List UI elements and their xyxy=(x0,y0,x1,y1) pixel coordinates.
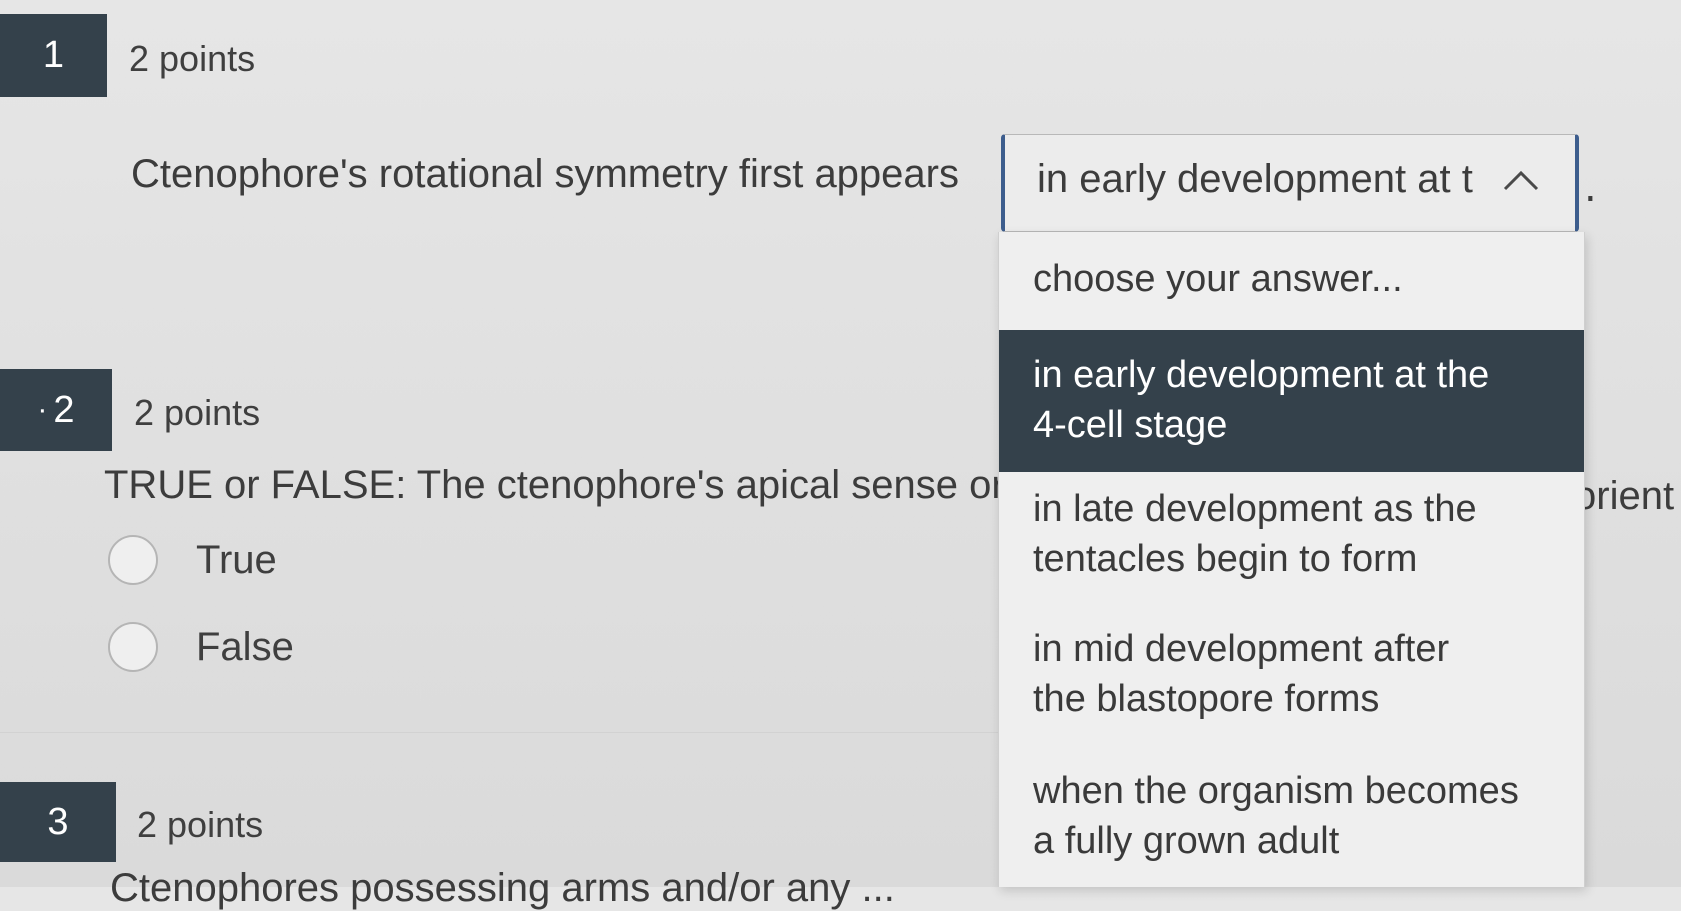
chevron-up-icon[interactable] xyxy=(1501,165,1541,195)
question-points: 2 points xyxy=(137,804,264,845)
option-label-line1: in mid development after xyxy=(1033,628,1450,670)
dropdown-option[interactable]: when the organism becomes a fully grown … xyxy=(999,764,1584,887)
question-number-badge: · 2 xyxy=(0,369,112,451)
dropdown-menu: choose your answer... in early developme… xyxy=(998,232,1585,887)
radio-label-false[interactable]: False xyxy=(196,625,294,670)
question-number: 2 xyxy=(53,388,75,431)
dropdown-option[interactable]: in late development as the tentacles beg… xyxy=(999,482,1584,622)
question-points: 2 points xyxy=(134,392,261,433)
radio-false[interactable] xyxy=(108,622,158,672)
question-number-badge: 3 xyxy=(0,782,116,862)
radio-true[interactable] xyxy=(108,535,158,585)
question-points: 2 points xyxy=(129,38,256,79)
option-label-line2: the blastopore forms xyxy=(1033,678,1380,720)
question-text: Ctenophores possessing arms and/or any .… xyxy=(110,866,895,910)
question-text: TRUE or FALSE: The ctenophore's apical s… xyxy=(104,463,1027,507)
option-label-line2: 4-cell stage xyxy=(1033,404,1228,446)
option-label-line2: a fully grown adult xyxy=(1033,820,1340,862)
dropdown-option[interactable]: choose your answer... xyxy=(999,232,1584,330)
dropdown-selected-value: in early development at t xyxy=(1037,157,1473,201)
answer-dropdown[interactable]: in early development at t xyxy=(1001,134,1579,232)
radio-label-true[interactable]: True xyxy=(196,538,277,583)
dropdown-option[interactable]: in mid development after the blastopore … xyxy=(999,622,1584,762)
question-marker: · xyxy=(37,393,48,426)
question-number: 3 xyxy=(47,800,69,843)
question-number-badge: 1 xyxy=(0,14,107,97)
option-label-line1: in late development as the xyxy=(1033,488,1477,530)
option-label-line1: when the organism becomes xyxy=(1033,770,1519,812)
question-number: 1 xyxy=(42,34,65,76)
option-label-line2: tentacles begin to form xyxy=(1033,538,1418,580)
question-text: Ctenophore's rotational symmetry first a… xyxy=(131,152,959,196)
question-text-tail: orient xyxy=(1574,474,1675,518)
option-label-line1: in early development at the xyxy=(1033,354,1490,396)
sentence-period: . xyxy=(1584,165,1597,211)
dropdown-option-selected[interactable]: in early development at the 4-cell stage xyxy=(999,330,1584,472)
option-label: choose your answer... xyxy=(1033,258,1403,300)
question-divider xyxy=(0,732,1000,733)
